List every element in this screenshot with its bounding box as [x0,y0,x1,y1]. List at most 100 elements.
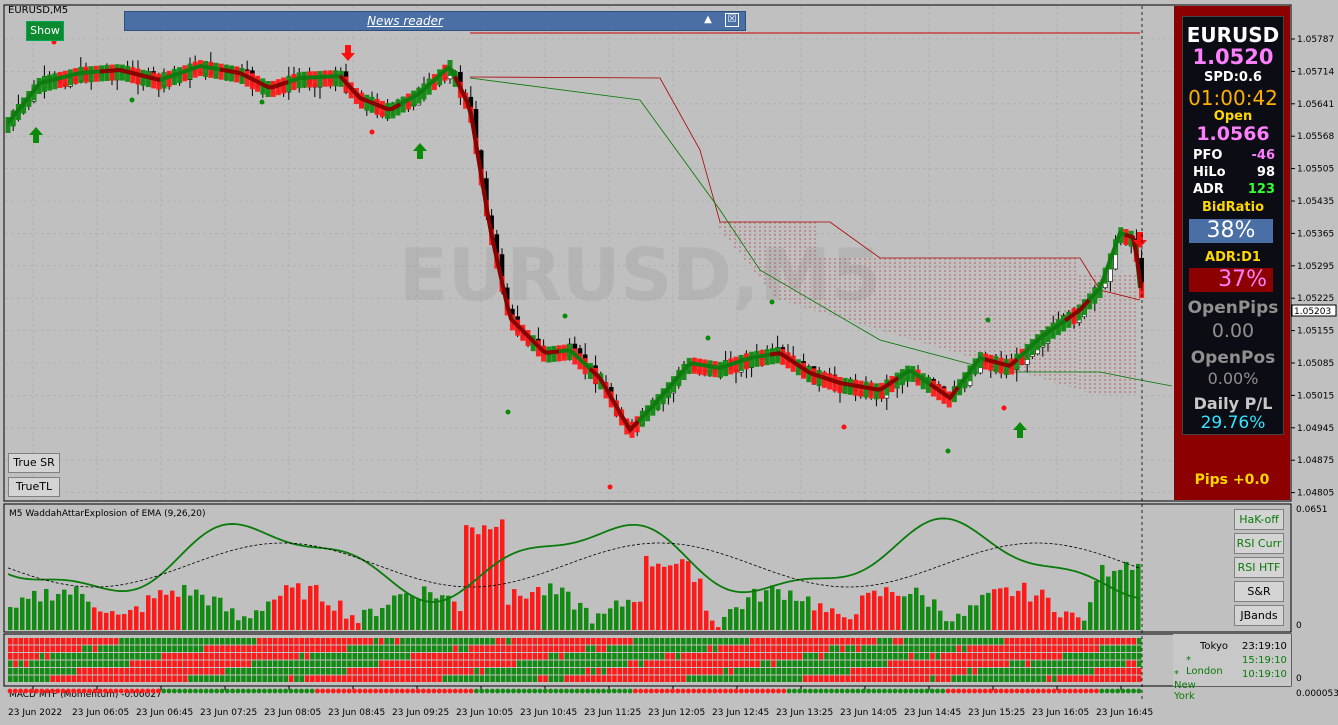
macd-dot [802,688,808,694]
macd-cell [103,675,108,682]
sr-button[interactable]: S&R [1234,581,1284,602]
macd-cell [585,675,591,682]
macd-cell [628,675,633,682]
macd-dot [1051,688,1057,694]
waddah-bar [476,534,481,630]
macd-cell [818,645,824,652]
macd-cell [474,653,479,660]
macd-cell [23,638,29,645]
macd-cell [373,675,379,682]
macd-cell [66,668,71,675]
macd-cell [1015,645,1020,652]
macd-cell [1094,675,1099,682]
macd-dot [341,688,347,694]
session-newyork-name: * New York [1174,669,1196,702]
macd-dot [224,688,230,694]
macd-cell [1041,638,1046,645]
true-sr-button[interactable]: True SR [8,453,60,473]
rsi-htf-button[interactable]: RSI HTF [1234,557,1284,578]
macd-cell [278,638,283,645]
macd-cell [336,653,342,660]
macd-cell [479,645,485,652]
macd-cell [909,675,914,682]
macd-cell [13,668,18,675]
macd-cell [633,660,638,667]
chart-canvas[interactable]: EURUSD,M51.057871.057141.056411.055681.0… [0,0,1338,725]
macd-cell [373,653,379,660]
macd-cell [188,675,193,682]
macd-cell [1136,660,1142,667]
close-icon[interactable]: ☒ [725,13,739,27]
waddah-bar [1028,601,1033,630]
macd-cell [739,675,744,682]
macd-cell [606,675,612,682]
macd-cell [145,645,151,652]
true-tl-button[interactable]: TrueTL [8,477,60,497]
waddah-bar [686,561,691,630]
macd-dot [299,688,304,694]
signal-dot [841,424,847,430]
waddah-bar [590,623,595,630]
macd-cell [1078,638,1084,645]
macd-cell [273,645,278,652]
macd-cell [691,653,697,660]
signal-dot [769,299,775,305]
rsi-curr-button[interactable]: RSI Curr [1234,533,1284,554]
macd-cell [61,660,66,667]
macd-cell [580,645,585,652]
macd-cell [644,645,649,652]
macd-cell [813,638,819,645]
waddah-bar [416,599,421,630]
macd-dot [320,688,326,694]
macd-cell [347,660,352,667]
macd-cell [781,668,787,675]
macd-cell [426,638,432,645]
time-axis-label: 23 Jun 12:45 [712,708,769,718]
hak-off-button[interactable]: HaK-off [1234,509,1284,530]
macd-cell [129,638,135,645]
macd-cell [167,645,172,652]
macd-dot [717,688,723,694]
macd-cell [379,668,384,675]
macd-cell [320,660,326,667]
macd-cell [108,653,114,660]
macd-cell [654,668,660,675]
macd-cell [781,653,787,660]
signal-dot [369,129,375,135]
macd-cell [267,645,273,652]
macd-cell [564,653,569,660]
macd-cell [437,660,442,667]
macd-cell [389,660,395,667]
macd-cell [665,660,670,667]
macd-cell [87,675,92,682]
macd-cell [988,675,993,682]
macd-dot [977,688,983,694]
minimize-icon[interactable]: ▲ [701,13,715,27]
show-button[interactable]: Show [26,21,64,41]
macd-cell [352,638,357,645]
macd-cell [744,675,750,682]
news-reader-title[interactable]: News reader [125,12,685,30]
macd-cell [734,653,739,660]
macd-cell [410,638,416,645]
macd-cell [818,653,824,660]
macd-cell [1083,645,1089,652]
macd-cell [972,645,978,652]
time-axis-label: 23 Jun 07:25 [200,708,257,718]
macd-cell [638,653,644,660]
jbands-button[interactable]: JBands [1234,605,1284,626]
macd-cell [1136,638,1142,645]
waddah-bar [356,623,361,630]
macd-dot [28,688,34,694]
macd-cell [617,675,622,682]
macd-dot [240,688,246,694]
macd-cell [972,668,978,675]
macd-dot [765,688,771,694]
news-reader-bar[interactable]: News reader ▲ ☒ [124,11,746,31]
macd-cell [702,645,707,652]
macd-cell [278,668,283,675]
macd-cell [887,653,893,660]
macd-cell [543,638,548,645]
macd-cell [909,660,914,667]
macd-dot [659,688,665,694]
